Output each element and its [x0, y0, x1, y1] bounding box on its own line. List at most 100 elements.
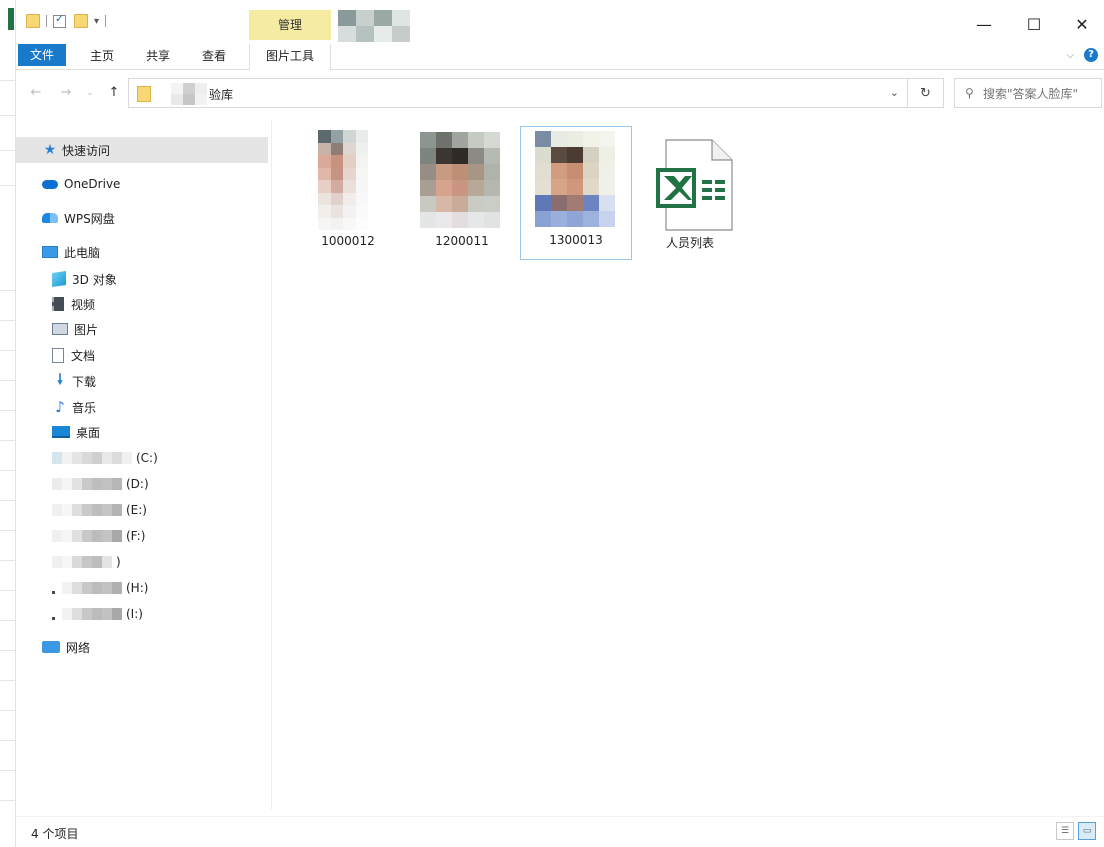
back-button[interactable]: ← [26, 82, 46, 104]
search-icon: ⚲ [965, 86, 974, 100]
drive-icon [52, 582, 122, 594]
nav-item-label: 音乐 [72, 400, 97, 415]
maximize-button[interactable]: ☐ [1010, 10, 1058, 40]
drive-icon [52, 478, 122, 490]
expand-ribbon-chevron-icon[interactable]: ⌵ [1066, 50, 1074, 61]
nav-item-videos[interactable]: 视频 [52, 292, 95, 316]
nav-item-documents[interactable]: 文档 [52, 343, 95, 367]
nav-item-pictures[interactable]: 图片 [52, 317, 98, 341]
tab-share[interactable]: 共享 [138, 44, 178, 68]
properties-icon[interactable] [53, 12, 66, 28]
nav-item-drive-e[interactable]: (E:) [52, 498, 147, 522]
nav-item-drive-i[interactable]: (I:) [52, 602, 143, 626]
window-title [338, 10, 410, 42]
nav-item-label: (I:) [126, 607, 143, 621]
excel-file-icon [656, 139, 733, 231]
large-icons-view-icon[interactable]: ▭ [1078, 822, 1096, 840]
ribbon-right-controls: ⌵ ? [1066, 48, 1098, 62]
forward-button[interactable]: → [56, 82, 76, 104]
nav-item-this-pc[interactable]: 此电脑 [42, 240, 100, 264]
quick-access-toolbar: ▾ [26, 12, 112, 28]
nav-item-label: (E:) [126, 503, 147, 517]
nav-item-label: (H:) [126, 581, 149, 595]
nav-item-drive-h[interactable]: (H:) [52, 576, 148, 600]
file-explorer-window: ▾ 管理 — ☐ ✕ 文件 主页 共享 查看 图片工具 ⌵ ? ← → ⌄ ↑ [0, 0, 1104, 847]
nav-item-downloads[interactable]: 🠗 下载 [52, 369, 96, 393]
nav-item-drive-f[interactable]: (F:) [52, 524, 145, 548]
folder-icon[interactable] [26, 14, 40, 28]
file-item[interactable]: 人员列表 [634, 124, 746, 258]
refresh-button[interactable]: ↻ [908, 78, 944, 108]
nav-item-label: (D:) [126, 477, 149, 491]
search-input[interactable] [983, 83, 1101, 105]
nav-item-label: 快速访问 [62, 143, 111, 158]
image-thumbnail [535, 131, 615, 227]
nav-item-onedrive[interactable]: OneDrive [42, 172, 120, 196]
nav-item-label: 视频 [71, 297, 96, 312]
nav-item-desktop[interactable]: 桌面 [52, 420, 100, 444]
ribbon: 文件 主页 共享 查看 图片工具 ⌵ ? [16, 40, 1104, 70]
nav-item-label: ) [116, 555, 121, 569]
nav-item-drive-d[interactable]: (D:) [52, 472, 149, 496]
close-button[interactable]: ✕ [1058, 10, 1104, 40]
nav-item-wps[interactable]: WPS网盘 [42, 206, 115, 230]
desktop-icon [52, 426, 70, 438]
pictures-icon [52, 323, 68, 335]
file-item-selected[interactable]: 1300013 [520, 126, 632, 260]
new-folder-icon[interactable] [74, 14, 88, 28]
video-icon [52, 297, 64, 311]
background-window-edge [0, 0, 16, 847]
address-dropdown-chevron-icon[interactable]: ⌄ [890, 86, 899, 99]
3d-objects-icon [52, 271, 66, 287]
nav-item-music[interactable]: ♪ 音乐 [52, 395, 96, 419]
nav-item-label: 文档 [71, 348, 96, 363]
nav-item-quick-access[interactable]: ★ 快速访问 [16, 137, 268, 163]
file-item[interactable]: 1000012 [292, 124, 404, 258]
address-bar[interactable]: 验库 ⌄ [128, 78, 908, 108]
file-name: 人员列表 [665, 236, 714, 250]
tab-file[interactable]: 文件 [18, 44, 66, 66]
file-list: 1000012 1200011 1300013 人员列表 [280, 120, 1104, 810]
nav-item-label: OneDrive [64, 177, 121, 191]
nav-item-network[interactable]: 网络 [42, 635, 90, 659]
address-path-segment[interactable] [171, 83, 207, 105]
wps-cloud-icon [42, 213, 58, 223]
tab-manage[interactable]: 管理 [249, 10, 331, 40]
network-icon [42, 641, 60, 653]
details-view-icon[interactable]: ☰ [1056, 822, 1074, 840]
file-name: 1200011 [435, 234, 489, 248]
nav-item-3d-objects[interactable]: 3D 对象 [52, 267, 117, 291]
nav-item-label: 桌面 [76, 425, 101, 440]
search-box[interactable]: ⚲ [954, 78, 1102, 108]
address-path-current[interactable]: 验库 [209, 86, 233, 103]
minimize-button[interactable]: — [960, 10, 1008, 40]
drive-icon [52, 530, 122, 542]
nav-item-label: (F:) [126, 529, 146, 543]
help-icon[interactable]: ? [1084, 48, 1098, 62]
nav-item-label: 网络 [66, 640, 91, 655]
star-icon: ★ [43, 142, 57, 158]
image-thumbnail [420, 132, 500, 228]
tab-picture-tools[interactable]: 图片工具 [249, 44, 331, 70]
up-button[interactable]: ↑ [104, 82, 124, 104]
music-note-icon: ♪ [55, 398, 65, 416]
recent-locations-chevron-icon[interactable]: ⌄ [80, 82, 100, 104]
nav-item-label: 图片 [74, 322, 99, 337]
nav-item-label: 此电脑 [64, 245, 101, 260]
tab-view[interactable]: 查看 [194, 44, 234, 68]
nav-item-drive-c[interactable]: (C:) [52, 446, 158, 470]
title-bar: ▾ 管理 — ☐ ✕ [16, 0, 1104, 42]
download-arrow-icon: 🠗 [56, 372, 63, 388]
nav-item-label: 下载 [72, 374, 97, 389]
nav-item-label: 3D 对象 [72, 272, 117, 287]
folder-icon [137, 86, 151, 102]
computer-icon [42, 246, 58, 258]
status-bar: 4 个项目 ☰ ▭ [16, 816, 1104, 847]
background-app-marker [8, 8, 14, 30]
customize-toolbar-chevron-icon[interactable]: ▾ [94, 16, 99, 27]
nav-item-label: (C:) [136, 451, 158, 465]
nav-item-drive-g[interactable]: ) [52, 550, 121, 574]
tab-home[interactable]: 主页 [82, 44, 122, 68]
file-item[interactable]: 1200011 [406, 124, 518, 258]
nav-item-label: WPS网盘 [64, 211, 115, 226]
